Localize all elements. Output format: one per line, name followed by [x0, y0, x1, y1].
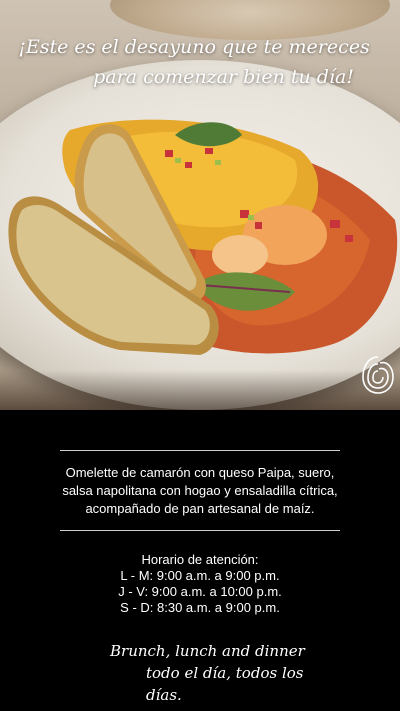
tagline-line-2: todo el día, todos los días.	[146, 664, 304, 704]
hero-photo: ¡Este es el desayuno que te mereces para…	[0, 0, 400, 410]
divider	[60, 450, 340, 451]
hours-row: J - V: 9:00 a.m. a 10:00 p.m.	[118, 584, 282, 599]
description-line: Omelette de camarón con queso Paipa, sue…	[65, 465, 335, 480]
tagline-line-1: Brunch, lunch and dinner	[110, 642, 305, 660]
hero-shadow	[0, 370, 400, 410]
headline-line-2: para comenzar bien tu día!	[93, 66, 354, 88]
spiral-logo-icon	[362, 356, 394, 394]
headline-line-1: ¡Este es el desayuno que te mereces	[18, 36, 370, 58]
description-line: salsa napolitana con hogao y ensaladilla…	[62, 483, 338, 498]
hours-title: Horario de atención:	[141, 552, 259, 567]
dish-illustration	[8, 119, 398, 355]
opening-hours: Horario de atención: L - M: 9:00 a.m. a …	[20, 552, 380, 616]
promo-page: ¡Este es el desayuno que te mereces para…	[0, 0, 400, 711]
dish-description: Omelette de camarón con queso Paipa, sue…	[20, 464, 380, 518]
info-panel: Omelette de camarón con queso Paipa, sue…	[0, 410, 400, 711]
divider	[60, 530, 340, 531]
hours-row: L - M: 9:00 a.m. a 9:00 p.m.	[120, 568, 280, 583]
description-line: acompañado de pan artesanal de maíz.	[85, 501, 315, 516]
hours-row: S - D: 8:30 a.m. a 9:00 p.m.	[120, 600, 280, 615]
tagline: Brunch, lunch and dinner todo el día, to…	[110, 640, 330, 706]
